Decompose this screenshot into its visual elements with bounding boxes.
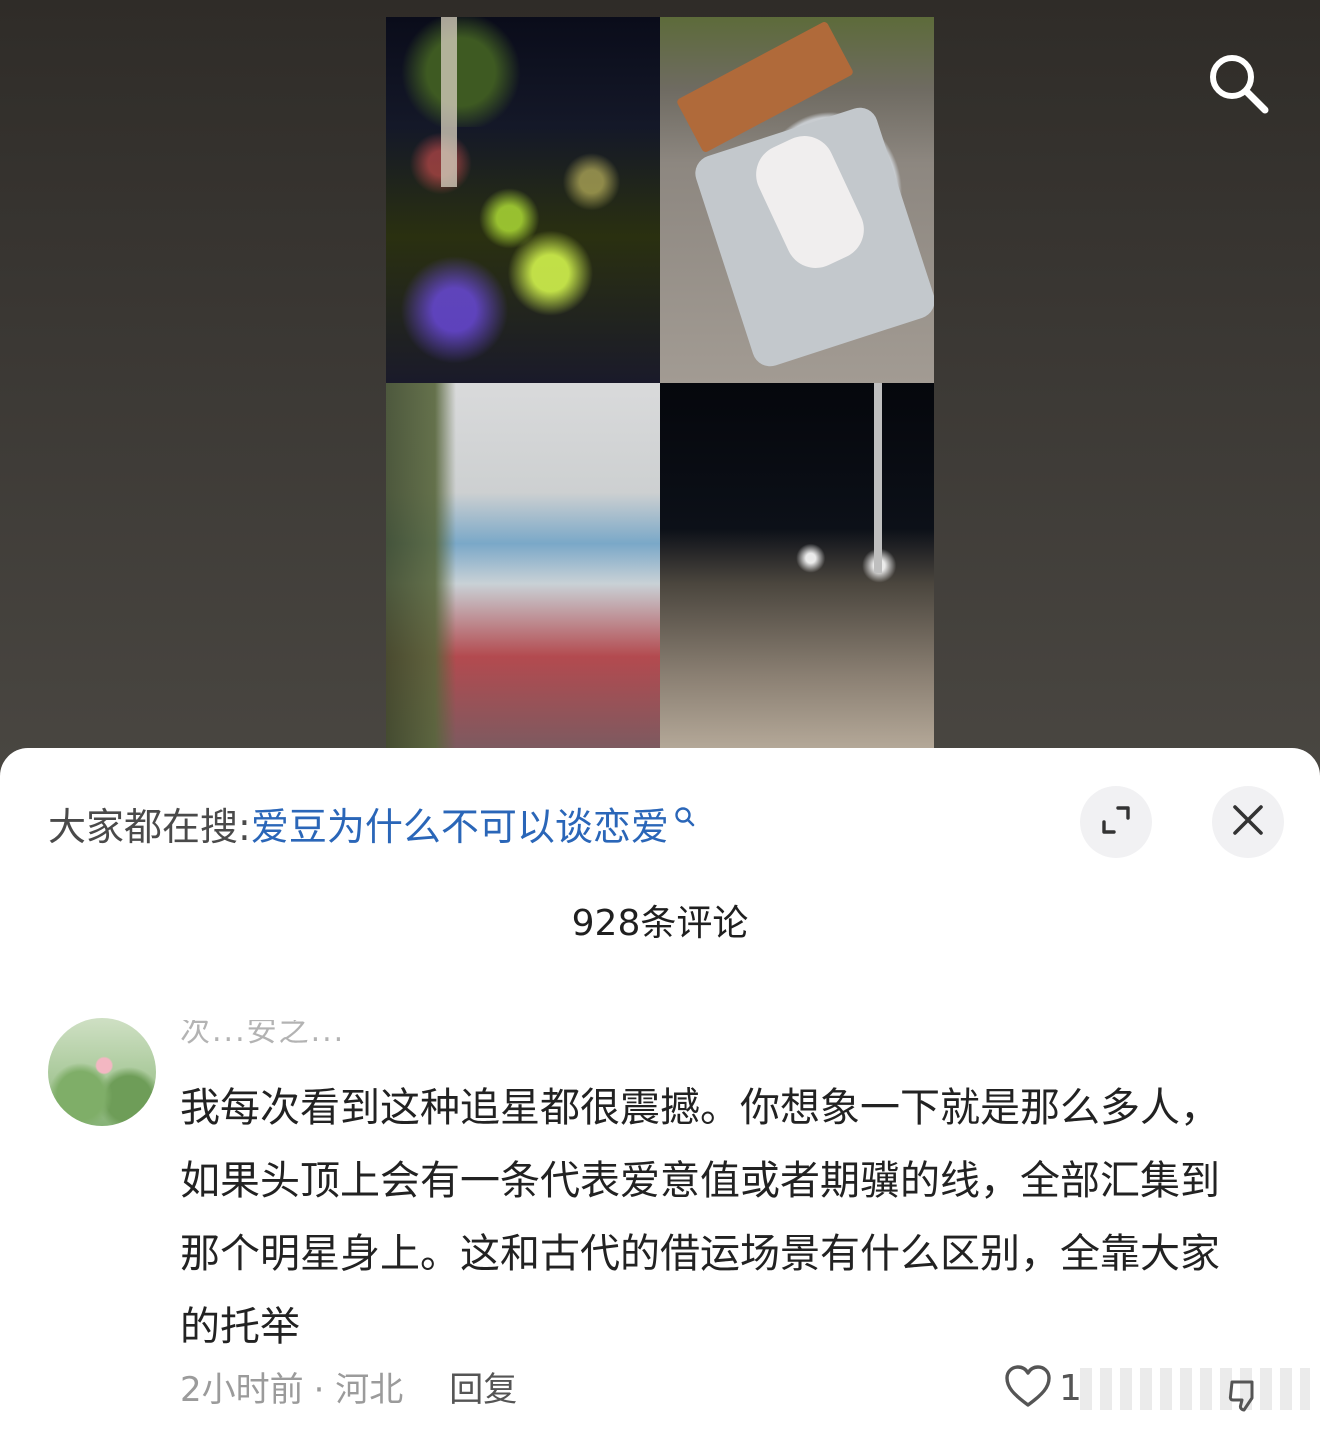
expand-icon	[1098, 802, 1134, 842]
comment-text: 我每次看到这种追星都很震撼。你想象一下就是那么多人，如果头顶上会有一条代表爱意值…	[180, 1085, 1220, 1350]
hot-search-query-link[interactable]: 爱豆为什么不可以谈恋爱	[251, 796, 669, 851]
photo-night-square-crowd	[660, 383, 934, 748]
comment-count-title: 928条评论	[571, 903, 749, 944]
small-search-icon	[673, 794, 697, 838]
photo-collage	[386, 17, 934, 748]
like-count: 1	[1059, 1367, 1082, 1409]
photo-person-sleeping-on-mattress	[660, 17, 934, 383]
search-button[interactable]	[1200, 50, 1276, 120]
avatar[interactable]	[48, 1018, 156, 1126]
photo-night-crowd-lightsticks	[386, 17, 660, 383]
comment-sheet: 大家都在搜: 爱豆为什么不可以谈恋爱 928条评论 次...安之... 我每次看…	[0, 748, 1320, 1432]
comment-location: · 河北	[313, 1369, 404, 1410]
comment-item: 次...安之... 我每次看到这种追星都很震撼。你想象一下就是那么多人，如果头顶…	[0, 1006, 1320, 1426]
thumb-down-icon	[1226, 1380, 1262, 1416]
comment-time: 2小时前	[180, 1369, 304, 1410]
comment-username[interactable]: 次...安之...	[180, 1020, 345, 1060]
like-button[interactable]: 1	[1003, 1361, 1082, 1415]
expand-button[interactable]	[1080, 786, 1152, 858]
privacy-blur	[1080, 1368, 1310, 1410]
photo-crowd-by-building	[386, 383, 660, 748]
close-button[interactable]	[1212, 786, 1284, 858]
video-player[interactable]	[0, 0, 1320, 790]
comment-meta: 2小时前 · 河北 回复	[180, 1361, 517, 1411]
hot-search-bar: 大家都在搜: 爱豆为什么不可以谈恋爱	[48, 796, 697, 851]
reply-button[interactable]: 回复	[449, 1362, 517, 1411]
dislike-button[interactable]	[1226, 1378, 1262, 1416]
heart-icon	[1003, 1363, 1053, 1413]
close-icon	[1231, 803, 1265, 841]
hot-search-label: 大家都在搜:	[48, 804, 251, 849]
search-icon	[1205, 50, 1271, 120]
